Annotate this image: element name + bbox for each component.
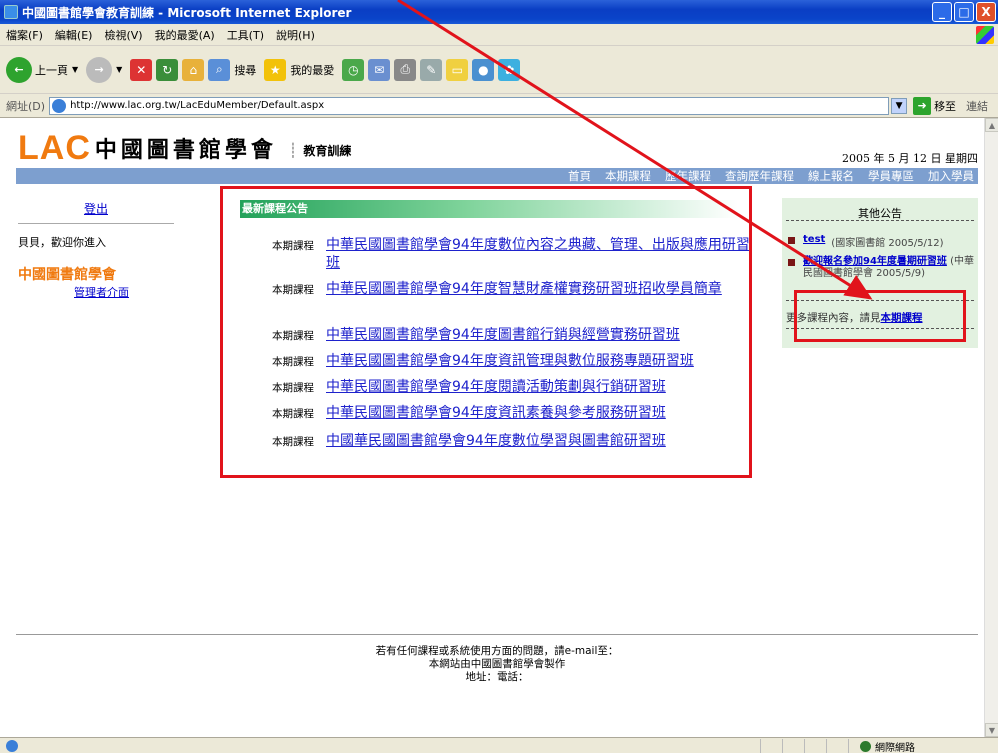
forward-button[interactable]: → ▼ [86, 56, 122, 83]
menu-edit[interactable]: 編輯(E) [55, 27, 93, 43]
search-button[interactable]: ⌕ 搜尋 [208, 58, 257, 81]
nav-member-area[interactable]: 學員專區 [868, 168, 914, 184]
page-icon [52, 98, 67, 113]
address-input[interactable]: http://www.lac.org.tw/LacEduMember/Defau… [49, 96, 890, 115]
highlight-box [220, 186, 752, 478]
nav-search-past[interactable]: 查詢歷年課程 [725, 168, 794, 184]
maximize-button[interactable]: □ [954, 2, 974, 22]
window-controls: _ □ X [932, 2, 996, 22]
status-divider [848, 739, 849, 753]
page-status-icon [6, 739, 18, 752]
status-divider [782, 739, 783, 753]
nav-current-courses[interactable]: 本期課程 [605, 168, 651, 184]
status-divider [804, 739, 805, 753]
menu-favorites[interactable]: 我的最愛(A) [155, 27, 215, 43]
chevron-down-icon[interactable]: ▼ [72, 65, 78, 74]
org-logo-text: 中國圖書館學會 [94, 137, 277, 163]
site-nav: 首頁 本期課程 歷年課程 查詢歷年課程 線上報名 學員專區 加入學員 [16, 168, 978, 184]
print-icon[interactable]: ⎙ [394, 58, 417, 81]
links-button[interactable]: 連結 [966, 98, 988, 114]
status-bar: 網際網路 [0, 737, 998, 754]
address-bar: 網址(D) http://www.lac.org.tw/LacEduMember… [0, 94, 998, 118]
back-arrow-icon: ← [6, 56, 32, 83]
nav-home[interactable]: 首頁 [568, 168, 591, 184]
close-button[interactable]: X [976, 2, 996, 22]
menu-help[interactable]: 說明(H) [276, 27, 315, 43]
address-url: http://www.lac.org.tw/LacEduMember/Defau… [70, 100, 325, 111]
logout-link[interactable]: 登出 [18, 200, 174, 217]
logo-separator: ┊ [288, 143, 298, 159]
minimize-button[interactable]: _ [932, 2, 952, 22]
left-column: 登出 貝貝，歡迎你進入 中國圖書館學會 管理者介面 [18, 200, 174, 300]
edit-icon[interactable]: ✎ [420, 58, 443, 81]
mail-icon[interactable]: ✉ [368, 58, 391, 81]
welcome-text: 貝貝，歡迎你進入 [18, 236, 106, 249]
windows-logo-icon [976, 26, 994, 44]
favorites-label: 我的最愛 [290, 63, 335, 77]
favorites-button[interactable]: ★ 我的最愛 [264, 58, 335, 81]
page-footer: 若有任何課程或系統使用方面的問題，請e-mail至： 本網站由中國圖書館學會製作… [16, 634, 978, 684]
footer-line: 地址：電話： [465, 671, 529, 683]
stop-icon[interactable]: ✕ [130, 58, 153, 81]
scroll-up-icon[interactable]: ▲ [985, 118, 998, 132]
announcement-source: (國家圖書館 2005/5/12) [831, 238, 944, 249]
forward-arrow-icon: → [86, 56, 113, 83]
globe-icon [860, 741, 871, 752]
divider [18, 223, 174, 224]
menu-tools[interactable]: 工具(T) [227, 27, 264, 43]
back-button[interactable]: ← 上一頁 ▼ [6, 56, 78, 83]
list-item: 歡迎報名參加94年度暑期研習班 (中華民國圖書館學會 2005/5/9) [788, 256, 974, 280]
announcement-link[interactable]: 歡迎報名參加94年度暑期研習班 [803, 256, 947, 267]
search-icon: ⌕ [208, 58, 231, 81]
admin-link[interactable]: 管理者介面 [74, 286, 129, 299]
dashed-divider [786, 220, 974, 221]
browser-toolbar: ← 上一頁 ▼ → ▼ ✕ ↻ ⌂ ⌕ 搜尋 ★ 我的最愛 ◷ ✉ ⎙ ✎ ▭ … [0, 46, 998, 94]
menu-view[interactable]: 檢視(V) [104, 27, 142, 43]
bullet-icon [788, 259, 795, 266]
address-label: 網址(D) [6, 99, 46, 113]
status-divider [760, 739, 761, 753]
highlight-box [794, 290, 966, 342]
org-name: 中國圖書館學會 [18, 267, 116, 283]
ie-icon [4, 5, 18, 19]
footer-line: 本網站由中國圖書館學會製作 [428, 658, 566, 670]
footer-line: 若有任何課程或系統使用方面的問題，請e-mail至： [375, 645, 619, 657]
window-titlebar: 中國圖書館學會教育訓練 - Microsoft Internet Explore… [0, 0, 998, 24]
chevron-down-icon[interactable]: ▼ [116, 65, 122, 74]
menu-bar: 檔案(F) 編輯(E) 檢視(V) 我的最愛(A) 工具(T) 說明(H) [0, 24, 998, 46]
search-label: 搜尋 [234, 63, 257, 77]
section-title: 教育訓練 [303, 144, 352, 158]
address-dropdown-icon[interactable]: ▼ [891, 97, 908, 114]
current-date: 2005 年 5 月 12 日 星期四 [842, 152, 978, 165]
zone-label: 網際網路 [875, 743, 915, 754]
go-label: 移至 [934, 99, 957, 113]
site-logo: LAC 中國圖書館學會 ┊ 教育訓練 [18, 129, 352, 167]
window-title: 中國圖書館學會教育訓練 - Microsoft Internet Explore… [22, 5, 352, 20]
scroll-down-icon[interactable]: ▼ [985, 723, 998, 737]
nav-online-register[interactable]: 線上報名 [808, 168, 854, 184]
history-icon[interactable]: ◷ [342, 58, 365, 81]
vertical-scrollbar[interactable]: ▲ ▼ [984, 118, 998, 737]
messenger-icon[interactable]: ● [472, 58, 495, 81]
bullet-icon [788, 237, 795, 244]
nav-join[interactable]: 加入學員 [928, 168, 974, 184]
security-zone: 網際網路 [860, 739, 915, 754]
lac-logo-text: LAC [18, 129, 91, 167]
home-icon[interactable]: ⌂ [182, 58, 205, 81]
list-item: test (國家圖書館 2005/5/12) [788, 234, 974, 249]
go-arrow-icon: ➜ [913, 96, 932, 115]
announcement-link[interactable]: test [803, 234, 825, 249]
menu-file[interactable]: 檔案(F) [6, 27, 43, 43]
refresh-icon[interactable]: ↻ [156, 58, 179, 81]
other-announcements-title: 其他公告 [858, 207, 902, 220]
back-label: 上一頁 [35, 63, 68, 77]
folder-icon[interactable]: ▭ [446, 58, 469, 81]
discuss-icon[interactable]: ✿ [498, 58, 521, 81]
star-icon: ★ [264, 58, 287, 81]
status-divider [826, 739, 827, 753]
page-content: LAC 中國圖書館學會 ┊ 教育訓練 2005 年 5 月 12 日 星期四 首… [0, 118, 984, 737]
go-button[interactable]: ➜ 移至 [913, 96, 957, 115]
nav-past-courses[interactable]: 歷年課程 [665, 168, 711, 184]
